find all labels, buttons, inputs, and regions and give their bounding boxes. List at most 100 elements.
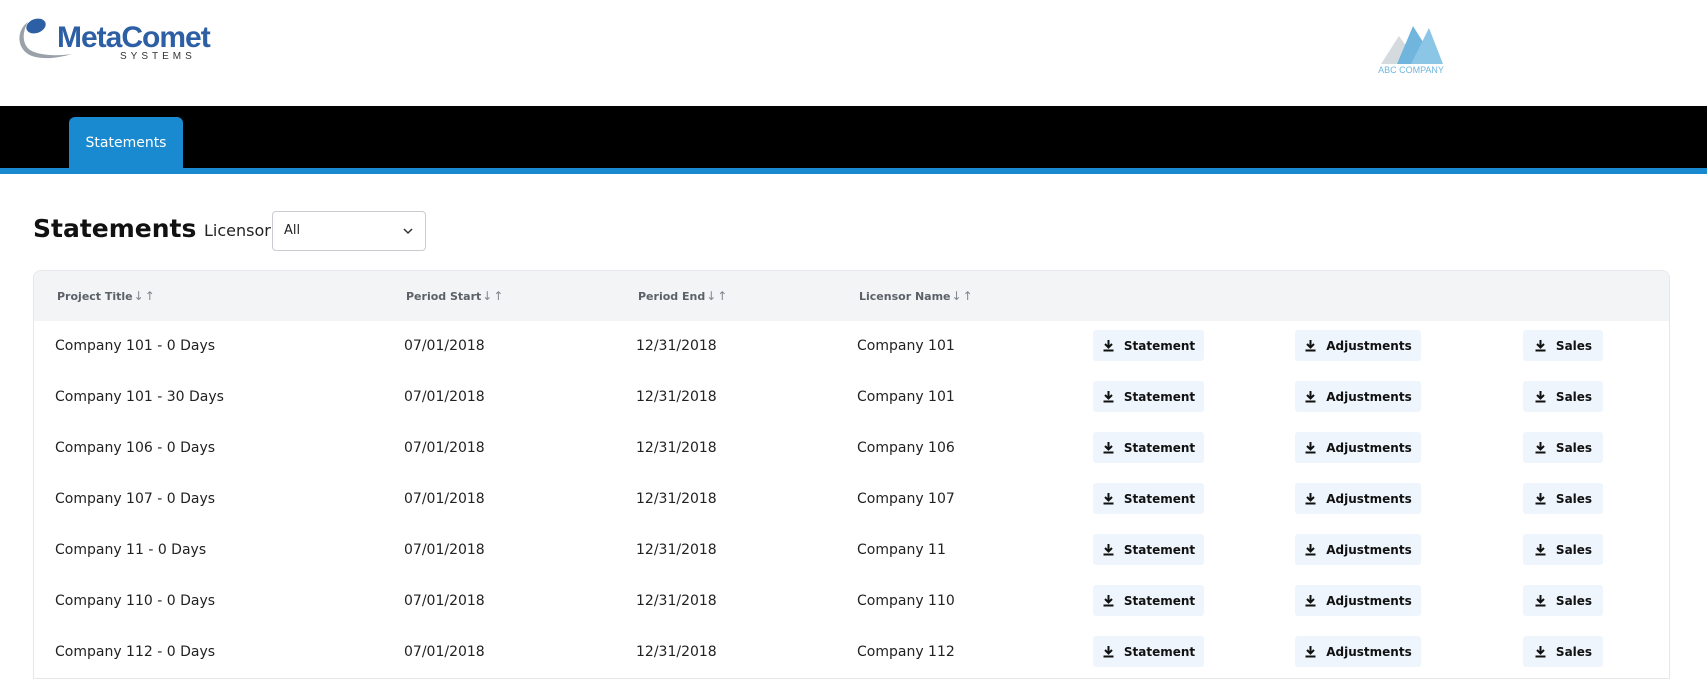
page-title: Statements [33, 214, 197, 243]
table-row: Company 101 - 30 Days 07/01/2018 12/31/201… [34, 372, 1669, 424]
mountain-logo-icon [1381, 26, 1443, 64]
cell-licensor-name: Company 112 [857, 644, 955, 660]
cell-period-end: 12/31/2018 [636, 542, 717, 558]
column-header-project-title[interactable]: Project Title ↓↑ [57, 289, 156, 303]
download-icon [1103, 544, 1114, 556]
button-label: Sales [1555, 338, 1593, 353]
company-name: ABC COMPANY [1378, 65, 1444, 75]
navbar-accent-bar [0, 168, 1707, 174]
button-label: Sales [1555, 389, 1593, 404]
download-adjustments-button[interactable]: Adjustments [1295, 636, 1421, 667]
download-icon [1535, 493, 1546, 505]
sort-icon: ↓↑ [706, 289, 729, 303]
licensor-filter-label: Licensor [204, 221, 271, 240]
download-icon [1305, 340, 1316, 352]
download-sales-button[interactable]: Sales [1523, 483, 1603, 514]
table-row: Company 101 - 0 Days 07/01/2018 12/31/2018… [34, 321, 1669, 373]
download-adjustments-button[interactable]: Adjustments [1295, 381, 1421, 412]
download-statement-button[interactable]: Statement [1093, 636, 1204, 667]
table-header-row: Project Title ↓↑ Period Start ↓↑ Period En… [34, 271, 1669, 322]
cell-period-end: 12/31/2018 [636, 593, 717, 609]
button-label: Statement [1123, 593, 1196, 608]
download-icon [1305, 646, 1316, 658]
chevron-down-icon [403, 228, 413, 235]
download-sales-button[interactable]: Sales [1523, 534, 1603, 565]
download-icon [1535, 391, 1546, 403]
download-icon [1305, 442, 1316, 454]
download-sales-button[interactable]: Sales [1523, 432, 1603, 463]
cell-period-start: 07/01/2018 [404, 542, 485, 558]
download-sales-button[interactable]: Sales [1523, 381, 1603, 412]
company-logo: ABC COMPANY [1376, 24, 1446, 80]
button-label: Statement [1123, 491, 1196, 506]
table-row: Company 107 - 0 Days 07/01/2018 12/31/2018… [34, 474, 1669, 526]
cell-licensor-name: Company 106 [857, 440, 955, 456]
app-header: MetaComet SYSTEMS ABC COMPANY [0, 0, 1707, 106]
column-header-licensor-name[interactable]: Licensor Name ↓↑ [859, 289, 974, 303]
table-row: Company 11 - 0 Days 07/01/2018 12/31/2018 C… [34, 525, 1669, 577]
cell-period-start: 07/01/2018 [404, 644, 485, 660]
cell-project-title: Company 101 - 0 Days [55, 338, 216, 354]
brand-name: MetaComet [57, 21, 211, 54]
button-label: Statement [1123, 389, 1196, 404]
button-label: Adjustments [1326, 644, 1412, 659]
download-icon [1305, 595, 1316, 607]
download-sales-button[interactable]: Sales [1523, 636, 1603, 667]
download-icon [1535, 544, 1546, 556]
cell-period-start: 07/01/2018 [404, 440, 485, 456]
cell-period-end: 12/31/2018 [636, 338, 717, 354]
download-sales-button[interactable]: Sales [1523, 585, 1603, 616]
cell-licensor-name: Company 101 [857, 389, 955, 405]
download-adjustments-button[interactable]: Adjustments [1295, 483, 1421, 514]
table-row: Company 112 - 0 Days 07/01/2018 12/31/2018… [34, 627, 1669, 678]
licensor-select[interactable]: All [272, 211, 426, 251]
sort-icon: ↓↑ [951, 289, 974, 303]
button-label: Statement [1123, 542, 1196, 557]
download-icon [1103, 493, 1114, 505]
button-label: Adjustments [1326, 338, 1412, 353]
cell-period-start: 07/01/2018 [404, 593, 485, 609]
download-icon [1305, 391, 1316, 403]
download-adjustments-button[interactable]: Adjustments [1295, 330, 1421, 361]
download-adjustments-button[interactable]: Adjustments [1295, 534, 1421, 565]
column-header-period-start[interactable]: Period Start ↓↑ [406, 289, 504, 303]
download-statement-button[interactable]: Statement [1093, 585, 1204, 616]
download-statement-button[interactable]: Statement [1093, 432, 1204, 463]
cell-period-start: 07/01/2018 [404, 338, 485, 354]
cell-project-title: Company 101 - 30 Days [55, 389, 224, 405]
tab-statements[interactable]: Statements [69, 117, 183, 169]
download-icon [1535, 595, 1546, 607]
cell-project-title: Company 110 - 0 Days [55, 593, 216, 609]
button-label: Adjustments [1326, 593, 1412, 608]
download-icon [1103, 595, 1114, 607]
button-label: Adjustments [1326, 389, 1412, 404]
download-icon [1535, 646, 1546, 658]
table-row: Company 110 - 0 Days 07/01/2018 12/31/2018… [34, 576, 1669, 628]
cell-period-start: 07/01/2018 [404, 491, 485, 507]
cell-period-end: 12/31/2018 [636, 389, 717, 405]
cell-licensor-name: Company 110 [857, 593, 955, 609]
cell-licensor-name: Company 101 [857, 338, 955, 354]
cell-period-end: 12/31/2018 [636, 440, 717, 456]
cell-period-start: 07/01/2018 [404, 389, 485, 405]
button-label: Sales [1555, 644, 1593, 659]
download-sales-button[interactable]: Sales [1523, 330, 1603, 361]
download-adjustments-button[interactable]: Adjustments [1295, 432, 1421, 463]
download-statement-button[interactable]: Statement [1093, 381, 1204, 412]
button-label: Adjustments [1326, 491, 1412, 506]
column-header-period-end[interactable]: Period End ↓↑ [638, 289, 728, 303]
download-icon [1103, 646, 1114, 658]
download-icon [1535, 340, 1546, 352]
download-icon [1103, 391, 1114, 403]
download-statement-button[interactable]: Statement [1093, 483, 1204, 514]
download-statement-button[interactable]: Statement [1093, 330, 1204, 361]
cell-project-title: Company 112 - 0 Days [55, 644, 216, 660]
download-statement-button[interactable]: Statement [1093, 534, 1204, 565]
button-label: Statement [1123, 440, 1196, 455]
download-adjustments-button[interactable]: Adjustments [1295, 585, 1421, 616]
table-row: Company 106 - 0 Days 07/01/2018 12/31/2018… [34, 423, 1669, 475]
cell-project-title: Company 11 - 0 Days [55, 542, 207, 558]
licensor-select-value: All [284, 223, 301, 238]
metacomet-logo[interactable]: MetaComet SYSTEMS [14, 14, 214, 66]
button-label: Adjustments [1326, 440, 1412, 455]
